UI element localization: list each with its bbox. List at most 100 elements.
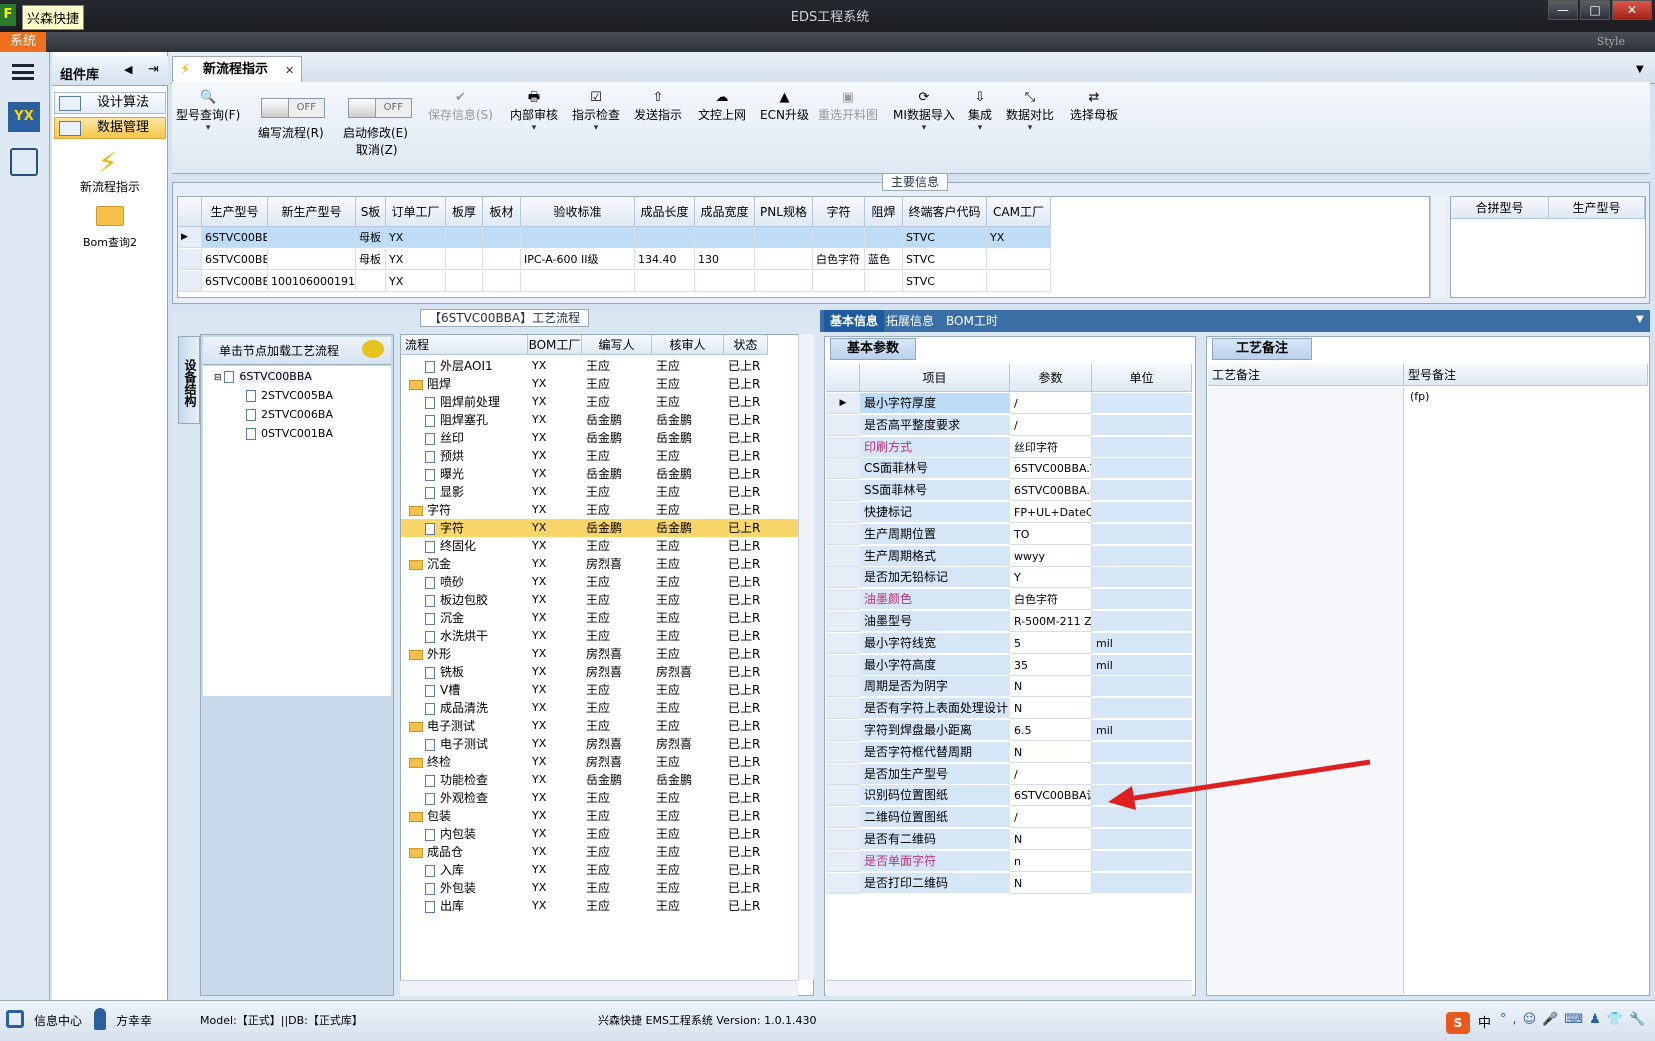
row-indicator[interactable] xyxy=(826,676,860,698)
tab-dropdown-icon[interactable]: ▼ xyxy=(1636,64,1644,75)
process-remarks-text[interactable] xyxy=(1208,388,1404,994)
windows-icon[interactable] xyxy=(6,1010,24,1028)
flow-step[interactable]: 出库 xyxy=(425,897,528,915)
table-cell[interactable]: YX xyxy=(386,271,446,292)
flow-step[interactable]: 阻焊 xyxy=(409,375,528,393)
table-cell[interactable] xyxy=(446,249,483,270)
table-cell[interactable] xyxy=(521,271,635,292)
minimize-button[interactable]: — xyxy=(1548,0,1578,20)
main-info-scrollbar[interactable] xyxy=(1430,196,1446,298)
tab-detail-3[interactable]: 工时 xyxy=(968,310,1004,332)
param-value[interactable]: R-500M-211 ZW xyxy=(1010,611,1092,632)
flow-step[interactable]: 外观检查 xyxy=(425,789,528,807)
save-info-button[interactable]: ✔ 保存信息(S) xyxy=(428,90,493,123)
table-cell[interactable] xyxy=(865,227,903,248)
table-cell[interactable]: 6STVC00BB9 xyxy=(202,249,268,270)
col-header-param-2[interactable]: 单位 xyxy=(1092,364,1192,392)
lightning-icon[interactable]: ⚡ xyxy=(98,146,118,179)
col-header-5[interactable]: 板材 xyxy=(483,197,521,227)
row-indicator[interactable] xyxy=(826,872,860,894)
param-value[interactable]: / xyxy=(1010,807,1092,829)
param-value[interactable]: Y xyxy=(1010,567,1092,589)
flow-hscroll[interactable] xyxy=(400,980,798,996)
flow-step[interactable]: 阻焊前处理 xyxy=(425,393,528,411)
table-cell[interactable] xyxy=(695,227,755,248)
launcher-bom-query[interactable]: Bom查询2 xyxy=(52,234,168,250)
col-header-prod-model[interactable]: 生产型号 xyxy=(1549,197,1645,219)
table-cell[interactable] xyxy=(268,227,356,248)
flow-step[interactable]: 电子测试 xyxy=(409,717,528,735)
system-menu[interactable]: 系统 xyxy=(0,32,46,52)
flow-step[interactable]: 外层AOI1 xyxy=(425,357,528,375)
table-cell[interactable] xyxy=(356,271,386,292)
flow-step[interactable]: 内包装 xyxy=(425,825,528,843)
tree-node-child[interactable]: 2STVC005BA xyxy=(246,386,333,404)
flow-step[interactable]: 字符 xyxy=(409,501,528,519)
row-indicator[interactable] xyxy=(826,480,860,502)
col-header-12[interactable]: 终端客户代码 xyxy=(903,197,987,227)
flow-step[interactable]: 曝光 xyxy=(425,465,528,483)
maximize-button[interactable]: □ xyxy=(1580,0,1610,20)
row-indicator[interactable] xyxy=(826,763,860,785)
table-cell[interactable]: 蓝色 xyxy=(865,249,903,270)
collapse-arrow-icon[interactable]: ◀ xyxy=(124,63,132,76)
table-cell[interactable] xyxy=(483,227,521,248)
table-cell[interactable] xyxy=(755,227,813,248)
param-value[interactable]: 6STVC00BBA.TO xyxy=(1010,458,1092,480)
flow-step[interactable]: 丝印 xyxy=(425,429,528,447)
col-header-4[interactable]: 板厚 xyxy=(446,197,483,227)
select-mother-board-button[interactable]: ⇄ 选择母板 xyxy=(1070,90,1118,123)
tab-process-remarks[interactable]: 工艺备注 xyxy=(1212,338,1312,360)
row-indicator[interactable] xyxy=(826,502,860,523)
sidebar-item-design[interactable]: 设计算法 xyxy=(54,92,166,114)
row-indicator[interactable] xyxy=(826,545,860,567)
param-value[interactable]: / xyxy=(1010,414,1092,436)
pin-icon[interactable]: ⇥ xyxy=(148,62,159,77)
sidebar-item-data-management[interactable]: 数据管理 xyxy=(54,117,166,139)
col-header-flow-3[interactable]: 核审人 xyxy=(652,335,724,355)
flow-step[interactable]: 终检 xyxy=(409,753,528,771)
col-header-flow-2[interactable]: 编写人 xyxy=(582,335,652,355)
table-cell[interactable]: YX xyxy=(987,227,1051,248)
data-compare-button[interactable]: ⤡ 数据对比 ▾ xyxy=(1006,90,1054,133)
yx-module-icon[interactable]: YX xyxy=(8,102,40,132)
flow-step[interactable]: 外形 xyxy=(409,645,528,663)
table-cell[interactable] xyxy=(987,249,1051,270)
row-indicator[interactable] xyxy=(826,567,860,589)
row-indicator[interactable] xyxy=(826,785,860,807)
param-value[interactable]: 5 xyxy=(1010,632,1092,654)
col-header-6[interactable]: 验收标准 xyxy=(521,197,635,227)
doc-control-online-button[interactable]: ☁ 文控上网 xyxy=(698,90,746,123)
info-center-link[interactable]: 信息中心 xyxy=(34,1012,82,1029)
param-value[interactable]: / xyxy=(1010,763,1092,785)
table-cell[interactable]: YX xyxy=(386,227,446,248)
col-header-2[interactable]: S板 xyxy=(356,197,386,227)
table-cell[interactable]: 母板 xyxy=(356,227,386,248)
write-flow-toggle[interactable]: OFF xyxy=(261,98,325,118)
flow-step[interactable]: 字符 xyxy=(425,519,528,537)
row-indicator[interactable]: ▶ xyxy=(826,393,860,414)
ime-logo-icon[interactable]: S xyxy=(1446,1012,1470,1034)
row-indicator[interactable] xyxy=(826,414,860,436)
flow-step[interactable]: 水洗烘干 xyxy=(425,627,528,645)
param-value[interactable]: N xyxy=(1010,698,1092,720)
row-indicator[interactable] xyxy=(826,741,860,763)
param-value[interactable]: / xyxy=(1010,393,1092,414)
collapse-icon[interactable]: ⊟ xyxy=(214,373,224,383)
row-indicator[interactable] xyxy=(826,720,860,741)
param-value[interactable]: TO xyxy=(1010,523,1092,545)
param-value[interactable]: 6STVC00BBA识... xyxy=(1010,785,1092,807)
flow-step[interactable]: 铣板 xyxy=(425,663,528,681)
subtab-basic-params[interactable]: 基本参数 xyxy=(830,338,916,360)
row-indicator[interactable] xyxy=(826,632,860,654)
vtab-device-structure[interactable]: 设备结构 xyxy=(178,336,200,424)
flow-step[interactable]: 沉金 xyxy=(409,555,528,573)
mi-import-button[interactable]: ⟳ MI数据导入 ▾ xyxy=(893,90,955,133)
table-cell[interactable]: 6STVC00BB8 xyxy=(202,271,268,292)
col-header-3[interactable]: 订单工厂 xyxy=(386,197,446,227)
row-indicator[interactable] xyxy=(826,698,860,720)
detail-dropdown-icon[interactable]: ▼ xyxy=(1636,314,1644,325)
col-header-merge-model[interactable]: 合拼型号 xyxy=(1451,197,1549,219)
param-value[interactable]: 6STVC00BBA.BO xyxy=(1010,480,1092,502)
flow-step[interactable]: 阻焊塞孔 xyxy=(425,411,528,429)
